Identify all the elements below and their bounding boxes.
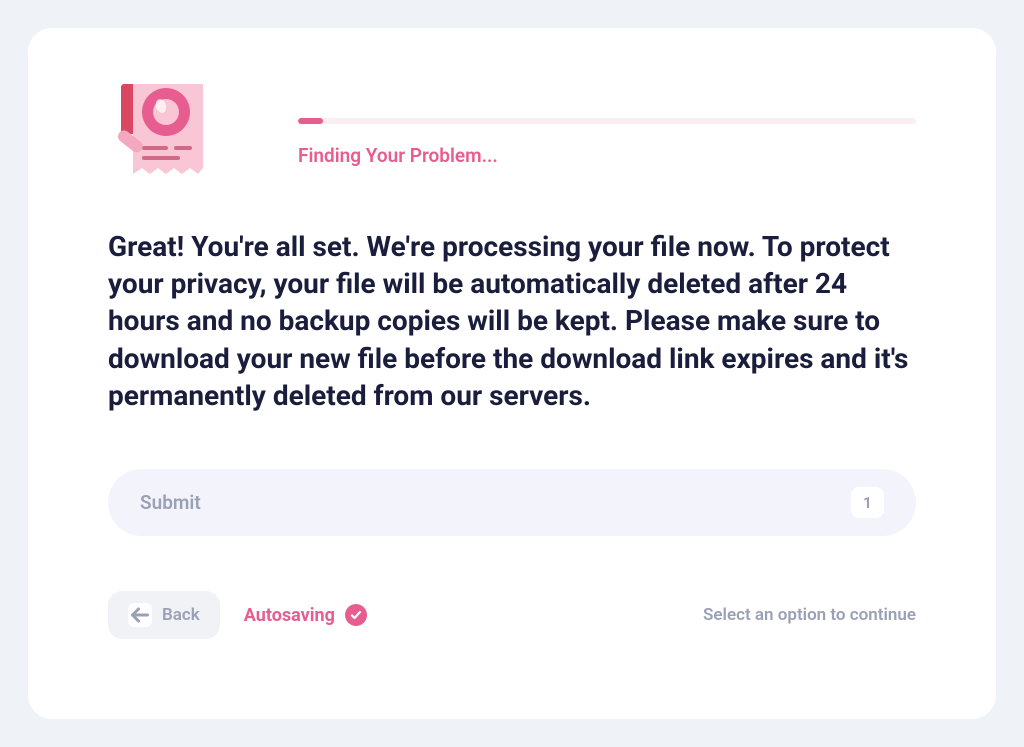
main-message: Great! You're all set. We're processing …: [108, 228, 916, 414]
continue-hint: Select an option to continue: [703, 605, 916, 625]
autosave-status: Autosaving: [244, 604, 367, 626]
submit-badge: 1: [851, 487, 884, 518]
progress-label: Finding Your Problem...: [298, 144, 916, 167]
checkmark-icon: [345, 604, 367, 626]
progress-section: Finding Your Problem...: [298, 78, 916, 167]
arrow-left-icon: [128, 603, 152, 627]
back-label: Back: [162, 605, 200, 625]
back-button[interactable]: Back: [108, 591, 220, 639]
progress-fill: [298, 118, 323, 124]
submit-option[interactable]: Submit 1: [108, 469, 916, 536]
header: Finding Your Problem...: [108, 78, 916, 188]
footer: Back Autosaving Select an option to cont…: [108, 591, 916, 639]
progress-bar: [298, 118, 916, 124]
document-magnifier-icon: [108, 78, 218, 188]
submit-label: Submit: [140, 491, 201, 514]
autosave-label: Autosaving: [244, 605, 335, 626]
wizard-card: Finding Your Problem... Great! You're al…: [28, 28, 996, 719]
